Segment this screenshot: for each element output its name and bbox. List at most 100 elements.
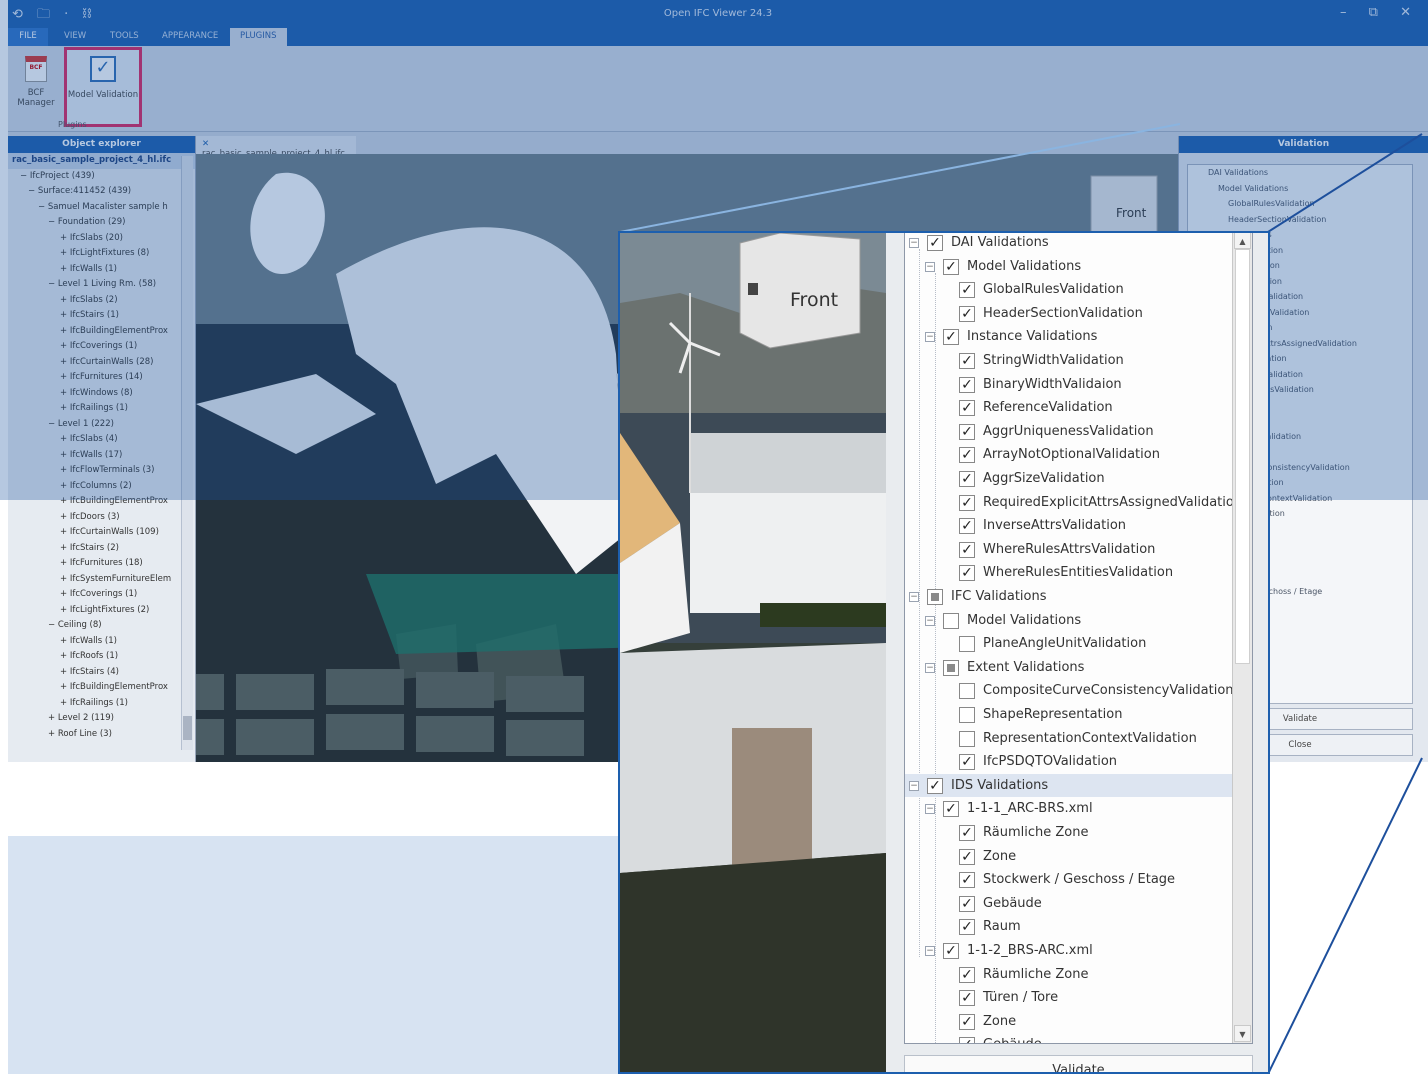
tree-node[interactable]: + IfcRoofs (1): [8, 649, 195, 665]
tree-node[interactable]: − IfcProject (439): [8, 169, 195, 185]
tree-scrollbar[interactable]: ▲ ▼: [1232, 233, 1252, 1043]
checkbox[interactable]: [943, 659, 959, 676]
collapse-icon[interactable]: −: [925, 261, 935, 272]
checkbox[interactable]: ✓: [959, 754, 975, 771]
scroll-down-icon[interactable]: ▼: [1234, 1025, 1251, 1042]
tree-node[interactable]: + IfcRailings (1): [8, 401, 195, 417]
validation-tree-item[interactable]: ✓ Gebäude: [905, 892, 1252, 916]
checkbox[interactable]: [959, 730, 975, 747]
collapse-icon[interactable]: −: [909, 592, 919, 602]
tab-tools[interactable]: TOOLS: [110, 31, 139, 41]
checkbox[interactable]: ✓: [959, 541, 975, 558]
validation-tree-item[interactable]: PlaneAngleUnitValidation: [905, 632, 1252, 656]
validation-tree-item[interactable]: CompositeCurveConsistencyValidation: [905, 679, 1252, 703]
checkbox[interactable]: ✓: [959, 423, 975, 440]
collapse-icon[interactable]: −: [925, 946, 935, 956]
checkbox[interactable]: ✓: [959, 1037, 975, 1043]
checkbox[interactable]: ✓: [959, 825, 975, 841]
validation-tree-item[interactable]: ShapeRepresentation: [905, 703, 1252, 727]
validation-tree-item[interactable]: − ✓ IDS Validations: [905, 773, 1252, 798]
tab-view[interactable]: VIEW: [64, 31, 86, 41]
tree-node[interactable]: + IfcFurnitures (14): [8, 370, 195, 386]
tree-node[interactable]: + IfcBuildingElementProx: [8, 324, 195, 340]
validation-tree[interactable]: − ✓ DAI Validations − ✓ Model Validations ✓ Glo…: [904, 233, 1253, 1044]
validation-tree-item[interactable]: ✓ Räumliche Zone: [905, 821, 1252, 845]
checkbox[interactable]: ✓: [943, 943, 959, 959]
validation-tree-item[interactable]: ✓ ReferenceValidation: [905, 396, 1252, 420]
validation-tree-item[interactable]: ✓ ArrayNotOptionalValidation: [905, 443, 1252, 467]
tree-node[interactable]: + IfcStairs (4): [8, 665, 195, 681]
bcf-manager-button[interactable]: BCF BCF Manager: [8, 52, 64, 108]
collapse-icon[interactable]: −: [909, 780, 919, 791]
tree-node[interactable]: + IfcSlabs (20): [8, 231, 195, 247]
validation-tree-item[interactable]: ✓ InverseAttrsValidation: [905, 514, 1252, 538]
validation-tree-item[interactable]: ✓ Zone: [905, 1010, 1252, 1034]
validation-tree-item[interactable]: ✓ Gebäude: [905, 1033, 1252, 1043]
tree-node[interactable]: + IfcCurtainWalls (28): [8, 355, 195, 371]
checkbox[interactable]: ✓: [959, 400, 975, 417]
checkbox[interactable]: ✓: [959, 565, 975, 582]
tree-node[interactable]: + Level 2 (119): [8, 711, 195, 727]
tree-node[interactable]: + IfcColumns (2): [8, 479, 195, 495]
inset-nav-cube-label[interactable]: Front: [790, 289, 838, 311]
tab-plugins[interactable]: PLUGINS: [230, 28, 287, 46]
tree-node[interactable]: − Samuel Macalister sample h: [8, 200, 195, 216]
checkbox[interactable]: ✓: [959, 471, 975, 487]
document-tab[interactable]: ✕ rac_basic_sample_project_4_hl.ifc: [196, 136, 356, 159]
checkbox[interactable]: ✓: [927, 235, 943, 251]
checkbox[interactable]: ✓: [959, 282, 975, 299]
checkbox[interactable]: ✓: [959, 1013, 975, 1030]
tree-node[interactable]: + IfcWalls (17): [8, 448, 195, 464]
explorer-scrollbar[interactable]: [181, 156, 193, 750]
checkbox[interactable]: ✓: [959, 872, 975, 889]
tree-node[interactable]: + IfcSystemFurnitureElem: [8, 572, 195, 588]
tree-node[interactable]: + IfcSlabs (2): [8, 293, 195, 309]
tree-node[interactable]: + IfcRailings (1): [8, 696, 195, 712]
validation-tree-item[interactable]: ✓ Türen / Tore: [905, 986, 1252, 1010]
checkbox[interactable]: ✓: [943, 329, 959, 346]
tree-node[interactable]: + IfcLightFixtures (8): [8, 246, 195, 262]
tree-node[interactable]: + IfcStairs (1): [8, 308, 195, 324]
validation-tree-item[interactable]: ✓ BinaryWidthValidaion: [905, 373, 1252, 397]
validation-tree-item[interactable]: ✓ Zone: [905, 845, 1252, 869]
tree-root[interactable]: rac_basic_sample_project_4_hl.ifc: [8, 153, 195, 169]
checkbox[interactable]: ✓: [959, 895, 975, 912]
validation-tree-item[interactable]: ✓ AggrUniquenessValidation: [905, 420, 1252, 444]
collapse-icon[interactable]: −: [909, 238, 919, 248]
validation-tree-item[interactable]: − ✓ DAI Validations: [905, 233, 1252, 255]
checkbox[interactable]: [943, 612, 959, 629]
validation-tree-node-small[interactable]: GlobalRulesValidation: [1188, 196, 1412, 212]
validation-tree-item[interactable]: − ✓ Instance Validations: [905, 325, 1252, 349]
checkbox[interactable]: [959, 636, 975, 653]
checkbox[interactable]: ✓: [927, 777, 943, 794]
close-icon[interactable]: ✕: [202, 139, 209, 149]
tree-node[interactable]: + IfcFurnitures (18): [8, 556, 195, 572]
inset-3d-viewport[interactable]: Front: [620, 233, 886, 1072]
validation-tree-item[interactable]: ✓ StringWidthValidation: [905, 349, 1252, 373]
collapse-icon[interactable]: −: [925, 662, 935, 673]
checkbox[interactable]: ✓: [959, 966, 975, 983]
tree-node[interactable]: + IfcBuildingElementProx: [8, 494, 195, 510]
model-validation-button[interactable]: ✓ Model Validation: [64, 47, 142, 127]
validation-tree-item[interactable]: − IFC Validations: [905, 585, 1252, 609]
checkbox[interactable]: ✓: [959, 919, 975, 936]
validation-tree-item[interactable]: ✓ WhereRulesEntitiesValidation: [905, 561, 1252, 585]
checkbox[interactable]: [927, 589, 943, 605]
validation-tree-node-small[interactable]: DAI Validations: [1188, 165, 1412, 181]
scroll-up-icon[interactable]: ▲: [1234, 233, 1251, 249]
tree-node[interactable]: + IfcWalls (1): [8, 634, 195, 650]
tree-node[interactable]: − Foundation (29): [8, 215, 195, 231]
checkbox[interactable]: ✓: [959, 518, 975, 535]
collapse-icon[interactable]: −: [925, 332, 935, 343]
validation-tree-item[interactable]: − ✓ 1-1-1_ARC-BRS.xml: [905, 797, 1252, 821]
checkbox[interactable]: [959, 683, 975, 700]
tree-node[interactable]: + IfcCurtainWalls (109): [8, 525, 195, 541]
validation-tree-item[interactable]: − Model Validations: [905, 609, 1252, 633]
validation-tree-item[interactable]: ✓ RequiredExplicitAttrsAssignedValidation: [905, 491, 1252, 515]
validation-tree-node-small[interactable]: HeaderSectionValidation: [1188, 212, 1412, 228]
checkbox[interactable]: [959, 707, 975, 723]
tree-node[interactable]: + IfcStairs (2): [8, 541, 195, 557]
validate-button[interactable]: Validate: [904, 1055, 1253, 1072]
checkbox[interactable]: ✓: [959, 353, 975, 369]
validation-tree-item[interactable]: ✓ Räumliche Zone: [905, 963, 1252, 987]
